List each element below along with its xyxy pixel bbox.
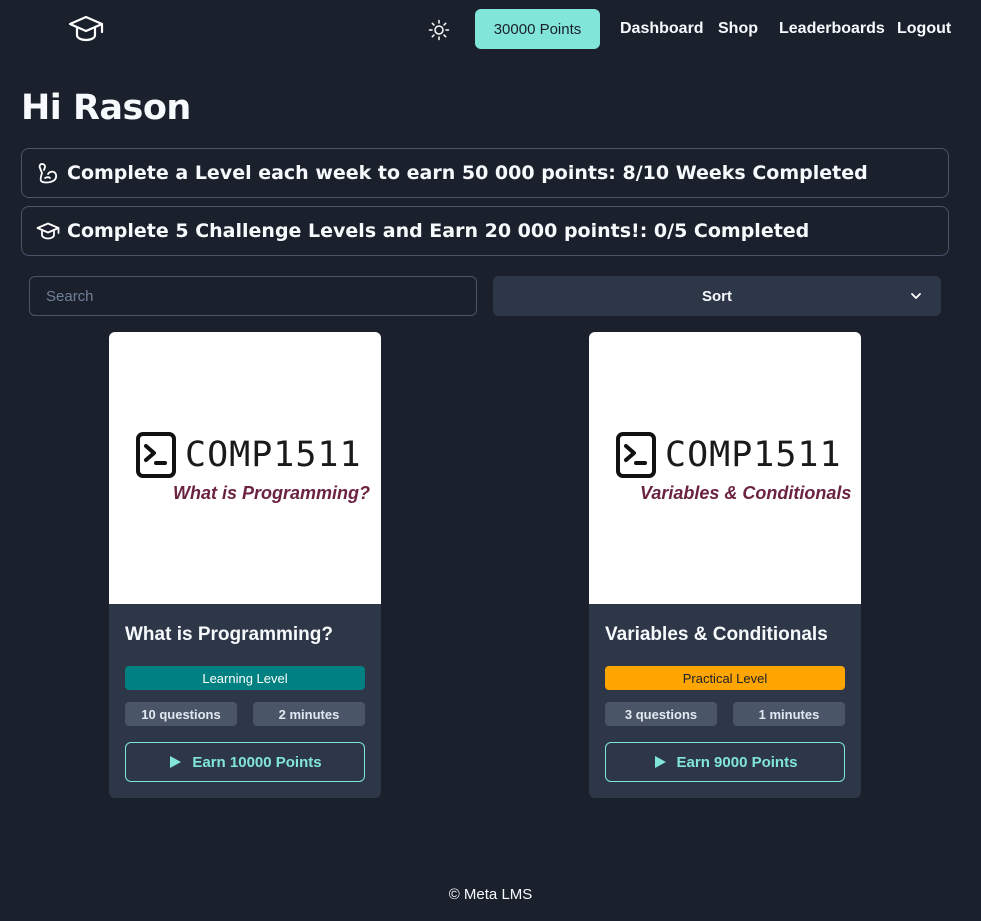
sun-icon[interactable] [428, 19, 450, 41]
challenge-quest-text: Complete 5 Challenge Levels and Earn 20 … [67, 220, 810, 242]
nav-link-leaderboards[interactable]: Leaderboards [779, 20, 885, 38]
weekly-quest-text: Complete a Level each week to earn 50 00… [67, 162, 868, 184]
question-count-badge: 3 questions [605, 702, 717, 726]
flexed-bicep-icon [38, 163, 58, 184]
start-level-button[interactable]: Earn 10000 Points [125, 742, 365, 782]
challenge-quest-banner: Complete 5 Challenge Levels and Earn 20 … [21, 206, 949, 256]
question-count-badge: 10 questions [125, 702, 237, 726]
footer-copyright: © Meta LMS [448, 886, 533, 903]
search-input[interactable] [29, 276, 477, 316]
level-card[interactable]: COMP1511 What is Programming? What is Pr… [109, 332, 381, 798]
play-icon [170, 756, 182, 768]
start-level-label: Earn 9000 Points [676, 753, 798, 771]
weekly-quest-banner: Complete a Level each week to earn 50 00… [21, 148, 949, 198]
start-level-label: Earn 10000 Points [192, 753, 322, 771]
level-thumbnail: COMP1511 What is Programming? [109, 332, 381, 604]
nav-link-logout[interactable]: Logout [897, 20, 951, 38]
level-thumbnail: COMP1511 Variables & Conditionals [589, 332, 861, 604]
thumbnail-subtitle: Variables & Conditionals [640, 483, 852, 503]
duration-badge: 2 minutes [253, 702, 365, 726]
page: 30000 Points Dashboard Shop Leaderboards… [0, 0, 981, 921]
thumbnail-course-code: COMP1511 [185, 435, 362, 475]
nav-link-dashboard[interactable]: Dashboard [620, 20, 704, 38]
sort-label: Sort [702, 287, 732, 305]
points-badge[interactable]: 30000 Points [475, 9, 600, 49]
level-title: What is Programming? [125, 624, 333, 645]
thumbnail-course-code: COMP1511 [665, 435, 842, 475]
terminal-icon [616, 432, 656, 478]
start-level-button[interactable]: Earn 9000 Points [605, 742, 845, 782]
page-title: Hi Rason [21, 88, 191, 128]
level-type-badge: Practical Level [605, 666, 845, 690]
level-title: Variables & Conditionals [605, 624, 828, 645]
terminal-icon [136, 432, 176, 478]
top-nav: 30000 Points Dashboard Shop Leaderboards… [0, 0, 981, 60]
thumbnail-subtitle: What is Programming? [173, 483, 371, 503]
nav-link-shop[interactable]: Shop [718, 20, 758, 38]
play-icon [654, 756, 666, 768]
sort-dropdown[interactable]: Sort [493, 276, 941, 316]
chevron-down-icon [911, 293, 921, 299]
level-card[interactable]: COMP1511 Variables & Conditionals Variab… [589, 332, 861, 798]
graduation-cap-icon[interactable] [68, 13, 104, 45]
graduation-cap-icon [36, 222, 60, 240]
duration-badge: 1 minutes [733, 702, 845, 726]
level-type-badge: Learning Level [125, 666, 365, 690]
